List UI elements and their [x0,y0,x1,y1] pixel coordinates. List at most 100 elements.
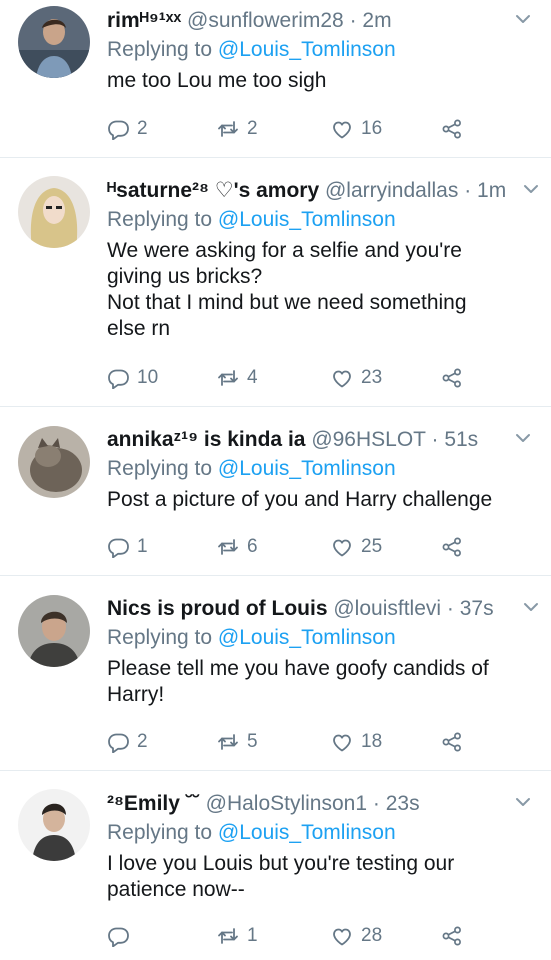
tweet[interactable]: rimᴴ⁹¹ˣˣ @sunflowerim28 · 2m Replying to… [0,0,551,158]
timestamp[interactable]: 23s [386,792,420,815]
tweet-text-line: giving us bricks? [107,265,263,288]
tweet-text-line: Post a picture of you and Harry challeng… [107,488,493,511]
tweet-text-line: Not that I mind but we need something [107,291,467,314]
retweet-count: 6 [247,536,258,557]
replying-to: Replying to @Louis_Tomlinson [107,455,537,482]
retweet-count: 5 [247,731,258,752]
retweet-button[interactable]: 2 [217,116,258,142]
retweet-button[interactable]: 5 [217,729,258,755]
reply-count: 10 [137,367,159,388]
avatar[interactable] [18,426,90,498]
tweet-actions: 2 5 18 [107,729,507,755]
share-icon [442,368,461,388]
replying-to-label: Replying to [107,208,218,231]
chevron-down-icon[interactable] [515,797,531,809]
display-name[interactable]: ᴴsaturne²⁸ ♡'s amory [107,179,319,202]
like-button[interactable]: 25 [331,534,382,560]
share-button[interactable] [441,116,463,142]
chevron-down-icon[interactable] [515,14,531,26]
tweet-text-line: We were asking for a selfie and you're [107,239,462,262]
tweet-text-line: patience now-- [107,878,245,901]
like-icon [333,734,351,752]
avatar[interactable] [18,595,90,667]
like-icon [333,370,351,388]
timestamp[interactable]: 37s [460,597,494,620]
user-handle[interactable]: @louisftlevi [333,597,441,620]
replying-to-mention[interactable]: @Louis_Tomlinson [218,457,396,480]
tweet-text-line: me too Lou me too sigh [107,69,327,92]
share-icon [442,926,461,946]
display-name[interactable]: annikaᶻ¹⁹ is kinda ia [107,428,305,451]
like-button[interactable]: 23 [331,365,382,391]
timestamp[interactable]: 51s [444,428,478,451]
tweet-text: Post a picture of you and Harry challeng… [107,487,537,513]
reply-button[interactable]: 2 [107,729,148,755]
share-icon [442,732,461,752]
tweet-text-line: Please tell me you have goofy candids of [107,657,489,680]
avatar[interactable] [18,789,90,861]
replying-to-mention[interactable]: @Louis_Tomlinson [218,626,396,649]
reply-button[interactable] [107,923,137,949]
like-button[interactable]: 18 [331,729,382,755]
user-handle[interactable]: @96HSLOT [311,428,425,451]
display-name[interactable]: rimᴴ⁹¹ˣˣ [107,9,181,32]
retweet-icon [218,370,238,386]
tweet-header: ²⁸Emily ˘˘ @HaloStylinson1 · 23s [107,791,537,817]
tweet-actions: 1 6 25 [107,534,507,560]
tweet[interactable]: ²⁸Emily ˘˘ @HaloStylinson1 · 23s Replyin… [0,771,551,960]
chevron-down-icon[interactable] [523,184,539,196]
replying-to-mention[interactable]: @Louis_Tomlinson [218,38,396,61]
avatar[interactable] [18,176,90,248]
retweet-button[interactable]: 1 [217,923,258,949]
share-button[interactable] [441,923,463,949]
replying-to: Replying to @Louis_Tomlinson [107,624,537,651]
like-button[interactable]: 16 [331,116,382,142]
share-button[interactable] [441,534,463,560]
tweet-text: Please tell me you have goofy candids of… [107,656,537,708]
display-name[interactable]: ²⁸Emily ˘˘ [107,792,200,815]
tweet-actions: 1 28 [107,923,507,949]
separator-dot: · [431,428,439,451]
replying-to-label: Replying to [107,821,218,844]
like-icon [333,121,351,139]
reply-button[interactable]: 10 [107,365,158,391]
user-handle[interactable]: @larryindallas [325,179,458,202]
tweet[interactable]: ᴴsaturne²⁸ ♡'s amory @larryindallas · 1m… [0,158,551,407]
replying-to-mention[interactable]: @Louis_Tomlinson [218,821,396,844]
share-button[interactable] [441,729,463,755]
reply-button[interactable]: 2 [107,116,148,142]
avatar[interactable] [18,6,90,78]
tweet-text: me too Lou me too sigh [107,68,537,94]
separator-dot: · [446,597,454,620]
reply-count: 1 [137,536,148,557]
user-handle[interactable]: @sunflowerim28 [187,9,344,32]
chevron-down-icon[interactable] [523,602,539,614]
like-button[interactable]: 28 [331,923,382,949]
reply-button[interactable]: 1 [107,534,148,560]
like-count: 28 [361,925,383,946]
retweet-button[interactable]: 4 [217,365,258,391]
chevron-down-icon[interactable] [515,433,531,445]
timestamp[interactable]: 1m [477,179,506,202]
separator-dot: · [349,9,357,32]
retweet-button[interactable]: 6 [217,534,258,560]
replying-to-mention[interactable]: @Louis_Tomlinson [218,208,396,231]
display-name[interactable]: Nics is proud of Louis [107,597,328,620]
retweet-count: 2 [247,118,258,139]
tweet[interactable]: annikaᶻ¹⁹ is kinda ia @96HSLOT · 51s Rep… [0,407,551,576]
tweet[interactable]: Nics is proud of Louis @louisftlevi · 37… [0,576,551,771]
replying-to: Replying to @Louis_Tomlinson [107,36,537,63]
user-handle[interactable]: @HaloStylinson1 [206,792,367,815]
like-count: 25 [361,536,383,557]
separator-dot: · [372,792,380,815]
share-button[interactable] [441,365,463,391]
tweet-actions: 10 4 23 [107,365,507,391]
like-count: 23 [361,367,383,388]
replying-to-label: Replying to [107,626,218,649]
tweet-text-line: else rn [107,317,171,340]
retweet-icon [218,734,238,750]
like-count: 16 [361,118,383,139]
tweet-text-line: Harry! [107,683,165,706]
share-icon [442,119,461,139]
timestamp[interactable]: 2m [362,9,391,32]
